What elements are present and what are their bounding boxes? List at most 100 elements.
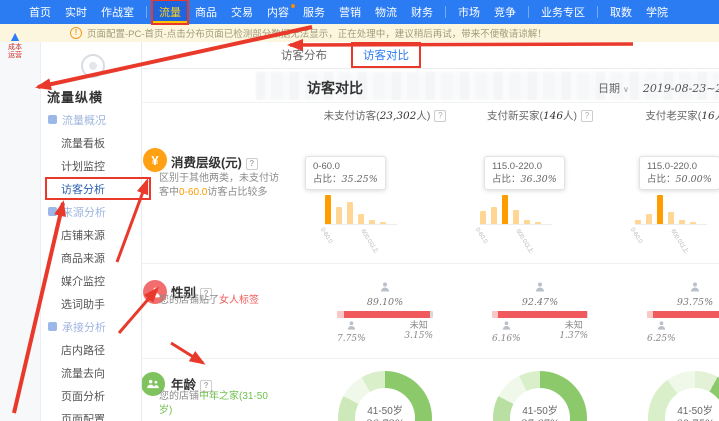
- gender-bar: [337, 311, 433, 318]
- gender-bar: [647, 311, 719, 318]
- nav-item-academy[interactable]: 学院: [639, 0, 675, 24]
- date-picker[interactable]: 日期∨ 2019-08-23~20: [598, 80, 719, 96]
- sidebar: 流量纵横 流量概况 流量看板 计划监控 访客分析 来源分析 店铺来源 商品来源 …: [41, 42, 142, 421]
- nav-divider: [528, 6, 529, 18]
- age-bucket: 41-50岁: [677, 405, 713, 418]
- sidebar-item-shop-source[interactable]: 店铺来源: [41, 223, 141, 246]
- nav-item-logistics[interactable]: 物流: [368, 0, 404, 24]
- male-icon: [655, 320, 667, 332]
- tab-visitor-compare[interactable]: 访客对比: [351, 42, 421, 68]
- gender-col-new: 92.47% 6.16% 未知1.37%: [460, 280, 620, 345]
- sidebar-item-item-source[interactable]: 商品来源: [41, 246, 141, 269]
- chart-tooltip: 0-60.0 占比：35.25%: [305, 156, 386, 190]
- divider: [141, 102, 719, 103]
- consume-chart-unpaid: 0-60.0 占比：35.25% 0-60.0 600.0以上: [305, 154, 465, 234]
- help-icon[interactable]: ?: [581, 110, 593, 122]
- sidebar-item-media-monitor[interactable]: 媒介监控: [41, 269, 141, 292]
- sidebar-item-visitor-analysis[interactable]: 访客分析: [41, 177, 141, 200]
- sidebar-item-plan-monitor[interactable]: 计划监控: [41, 154, 141, 177]
- sidebar-item-page-analysis[interactable]: 页面分析: [41, 384, 141, 407]
- male-icon: [500, 320, 512, 332]
- axis-label: 600.0以上: [669, 227, 691, 255]
- notice-bar: ! 页面配置-PC-首页-点击分布页面已检测部分数据无法显示，正在处理中，建议稍…: [0, 24, 719, 42]
- info-icon: !: [70, 27, 82, 39]
- nav-item-service[interactable]: 服务: [296, 0, 332, 24]
- male-percent: 7.75%: [337, 320, 366, 345]
- nav-item-finance[interactable]: 财务: [404, 0, 440, 24]
- top-nav: 首页 实时 作战室 流量 商品 交易 内容 服务 营销 物流 财务 市场 竞争 …: [0, 0, 719, 24]
- date-label: 日期: [598, 83, 620, 95]
- yen-icon: ¥: [143, 148, 167, 172]
- age-donut-old: 41-50岁60.75%: [648, 371, 719, 421]
- gender-col-unpaid: 89.10% 7.75% 未知3.15%: [305, 280, 465, 345]
- floating-widget[interactable]: ▲ 成本运营: [2, 29, 28, 60]
- left-gutter: [0, 42, 41, 421]
- column-header-unpaid: 未支付访客(23,302人)?: [305, 108, 465, 123]
- page-title: 访客对比: [307, 78, 363, 98]
- nav-divider: [597, 6, 598, 18]
- gender-row-desc: 您的店铺贴了女人标签: [159, 294, 281, 308]
- bar-chart: [480, 194, 552, 225]
- menu-square-icon: [48, 322, 57, 331]
- sidebar-item-traffic-outflow[interactable]: 流量去向: [41, 361, 141, 384]
- date-range-value: 2019-08-23~20: [643, 82, 719, 95]
- female-icon: [534, 281, 546, 293]
- sidebar-title: 流量纵横: [41, 84, 141, 108]
- sidebar-item-source-analysis[interactable]: 来源分析: [41, 200, 141, 223]
- column-header-old-buyers: 支付老买家(16人)?: [615, 108, 719, 123]
- nav-item-home[interactable]: 首页: [22, 0, 58, 24]
- nav-item-content[interactable]: 内容: [260, 0, 296, 24]
- consume-chart-new: 115.0-220.0 占比：36.30% 0-60.0 600.0以上: [460, 154, 620, 234]
- nav-divider: [445, 6, 446, 18]
- nav-item-trade[interactable]: 交易: [224, 0, 260, 24]
- axis-label: 0-60.0: [629, 227, 643, 245]
- nav-item-market[interactable]: 市场: [451, 0, 487, 24]
- dashboard-screen: 首页 实时 作战室 流量 商品 交易 内容 服务 营销 物流 财务 市场 竞争 …: [0, 0, 719, 421]
- nav-divider: [146, 6, 147, 18]
- nav-item-goods[interactable]: 商品: [188, 0, 224, 24]
- age-row-desc: 您的店铺中年之家(31-50岁): [159, 390, 281, 418]
- nav-item-realtime[interactable]: 实时: [58, 0, 94, 24]
- sidebar-item-landing-analysis[interactable]: 承接分析: [41, 315, 141, 338]
- sidebar-item-page-config[interactable]: 页面配置: [41, 407, 141, 421]
- column-header-new-buyers: 支付新买家(146人)?: [460, 108, 620, 123]
- nav-item-marketing[interactable]: 营销: [332, 0, 368, 24]
- age-donut-new: 41-50岁37.67%: [493, 371, 587, 421]
- male-percent: 6.16%: [492, 320, 521, 345]
- female-icon: [689, 281, 701, 293]
- sidebar-item-traffic-overview[interactable]: 流量概况: [41, 108, 141, 131]
- help-icon[interactable]: ?: [246, 158, 258, 170]
- unknown-percent: 未知3.15%: [404, 320, 433, 345]
- chevron-down-icon: ∨: [623, 85, 629, 94]
- nav-item-data[interactable]: 取数: [603, 0, 639, 24]
- help-icon[interactable]: ?: [434, 110, 446, 122]
- menu-square-icon: [48, 207, 57, 216]
- gender-bar: [492, 311, 588, 318]
- axis-label: 0-60.0: [319, 227, 333, 245]
- sidebar-item-instore-path[interactable]: 店内路径: [41, 338, 141, 361]
- nav-item-bizzone[interactable]: 业务专区: [534, 0, 592, 24]
- male-percent: 6.25%: [647, 320, 676, 345]
- age-donut-unpaid: 41-50岁36.72%: [338, 371, 432, 421]
- nav-item-competition[interactable]: 竞争: [487, 0, 523, 24]
- sidebar-item-word-helper[interactable]: 选词助手: [41, 292, 141, 315]
- chart-tooltip: 115.0-220.0 占比：36.30%: [484, 156, 565, 190]
- tab-bar: 访客分布 访客对比: [141, 42, 719, 69]
- main-content: 访客分布 访客对比 访客对比 日期∨ 2019-08-23~20 未支付访客(23…: [141, 42, 719, 421]
- unknown-percent: 未知1.37%: [559, 320, 588, 345]
- nav-item-warroom[interactable]: 作战室: [94, 0, 141, 24]
- female-icon: [379, 281, 391, 293]
- nav-item-traffic[interactable]: 流量: [152, 0, 188, 24]
- divider: [141, 263, 719, 264]
- age-bucket: 41-50岁: [367, 405, 403, 418]
- consume-row-title: 消费层级(元)?: [171, 152, 258, 171]
- bar-chart: [635, 194, 707, 225]
- menu-square-icon: [48, 115, 57, 124]
- male-icon: [345, 320, 357, 332]
- sidebar-item-traffic-board[interactable]: 流量看板: [41, 131, 141, 154]
- bar-chart: [325, 194, 397, 225]
- axis-label: 600.0以上: [359, 227, 381, 255]
- age-bucket: 41-50岁: [522, 405, 558, 418]
- tab-visitor-distribution[interactable]: 访客分布: [279, 44, 329, 66]
- module-logo-icon: [81, 54, 105, 78]
